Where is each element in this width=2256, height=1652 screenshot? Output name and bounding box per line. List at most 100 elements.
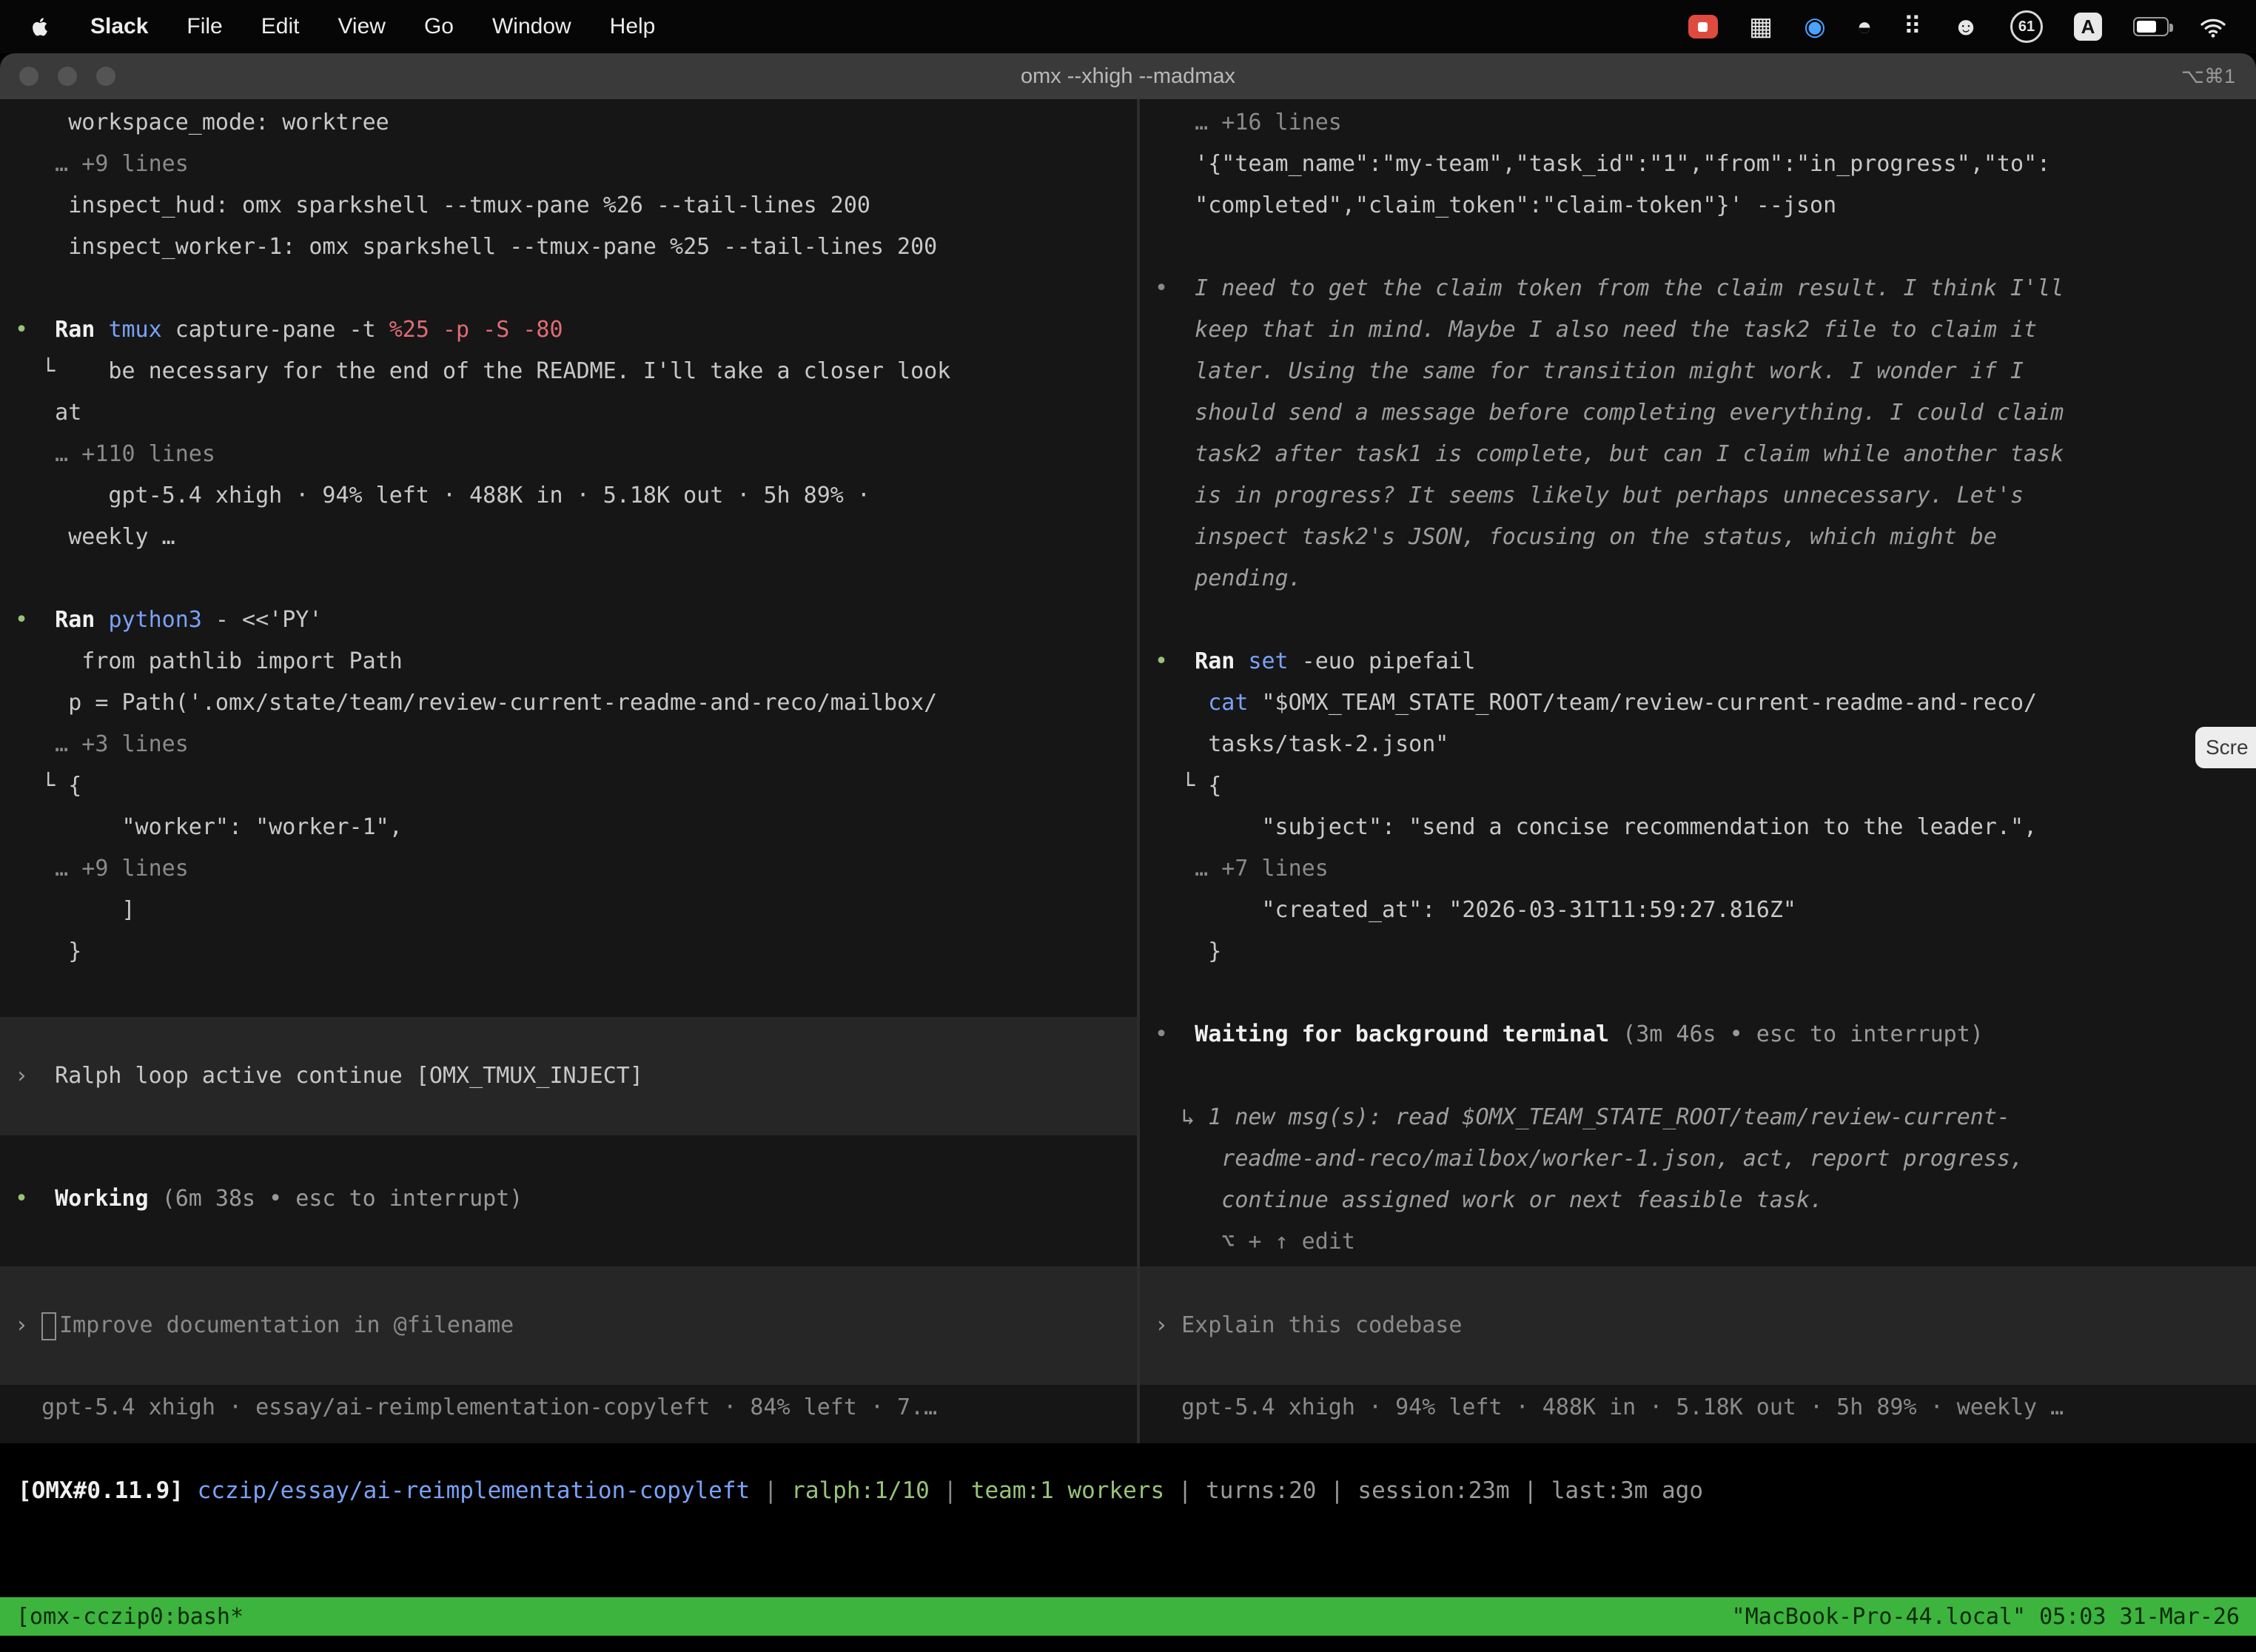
blank-line	[1155, 973, 2256, 1014]
bullet-icon: •	[1155, 1021, 1168, 1047]
window-titlebar[interactable]: omx --xhigh --madmax ⌥⌘1	[0, 53, 2256, 99]
blank-line	[1155, 226, 2256, 268]
thinking-line: should send a message before completing …	[1155, 392, 2256, 434]
collapsed-text: … +7 lines	[1155, 856, 1329, 882]
zoom-button[interactable]	[96, 67, 115, 86]
thinking-line: is in progress? It seems likely but perh…	[1155, 475, 2256, 517]
collapsed-lines-indicator: … +16 lines	[1155, 102, 2256, 144]
prompt-placeholder: Explain this codebase	[1181, 1312, 1462, 1338]
battery-icon[interactable]	[2133, 17, 2169, 36]
waiting-status-line: • Waiting for background terminal (3m 46…	[1155, 1014, 2256, 1055]
separator: |	[764, 1477, 791, 1504]
config-line: inspect_worker-1: omx sparkshell --tmux-…	[15, 226, 1137, 268]
command-text: "completed","claim_token":"claim-token"}…	[1155, 192, 1836, 218]
thinking-text: later. Using the same for transition mig…	[1155, 358, 2024, 384]
battery-fill	[2137, 21, 2156, 33]
menu-view[interactable]: View	[338, 14, 385, 39]
session-stats: | turns:20 | session:23m | last:3m ago	[1178, 1477, 1703, 1504]
menu-file[interactable]: File	[187, 14, 222, 39]
mailbox-message-line: readme-and-reco/mailbox/worker-1.json, a…	[1155, 1138, 2256, 1180]
output-line: └ be necessary for the end of the README…	[15, 351, 1137, 392]
thinking-text: is in progress? It seems likely but perh…	[1155, 483, 2024, 508]
menu-window[interactable]: Window	[492, 14, 571, 39]
collapsed-lines-indicator: … +9 lines	[15, 848, 1137, 890]
input-source-icon[interactable]: A	[2074, 13, 2102, 41]
dots-grid-icon[interactable]: ⠿	[1903, 12, 1921, 41]
working-status: • Working (6m 38s • esc to interrupt)	[0, 1178, 1137, 1220]
tmux-pane-right[interactable]: … +16 lines '{"team_name":"my-team","tas…	[1140, 99, 2256, 1443]
working-detail: (6m 38s • esc to interrupt)	[162, 1186, 523, 1212]
prompt-input-line[interactable]: › Explain this codebase	[1155, 1305, 2256, 1346]
tmux-pane-left[interactable]: workspace_mode: worktree … +9 lines insp…	[0, 99, 1137, 1443]
close-button[interactable]	[19, 67, 38, 86]
menu-go[interactable]: Go	[424, 14, 454, 39]
prompt-input-band[interactable]: › Explain this codebase	[1140, 1266, 2256, 1385]
apple-menu-icon[interactable]	[30, 16, 52, 38]
output-line: ]	[15, 890, 1137, 931]
clock-app-icon[interactable]: ◓	[1857, 13, 1873, 41]
prompt-chevron-icon: ›	[1155, 1312, 1181, 1338]
toast-text: Scre	[2206, 736, 2249, 759]
window-shortcut-hint: ⌥⌘1	[2181, 65, 2235, 88]
tmux-session-name[interactable]: [omx-cczip0:bash*	[16, 1604, 244, 1630]
model-status-footer: gpt-5.4 xhigh · 94% left · 488K in · 5.1…	[1140, 1387, 2256, 1428]
prompt-input-line[interactable]: › Improve documentation in @filename	[15, 1305, 1137, 1346]
menu-help[interactable]: Help	[610, 14, 656, 39]
output-text: └ be necessary for the end of the README…	[15, 358, 950, 384]
command-args: - <<'PY'	[202, 607, 323, 633]
output-line: }	[15, 931, 1137, 973]
wifi-icon[interactable]	[2200, 13, 2226, 40]
thinking-line: inspect task2's JSON, focusing on the st…	[1155, 517, 2256, 558]
blue-app-icon[interactable]: ◉	[1804, 12, 1826, 41]
bullet-icon: •	[15, 607, 28, 633]
output-text: └ {	[15, 773, 81, 799]
notification-toast[interactable]: Scre	[2195, 727, 2256, 768]
command-line: cat "$OMX_TEAM_STATE_ROOT/team/review-cu…	[1155, 682, 2256, 724]
grid-app-icon[interactable]: ▦	[1749, 12, 1773, 41]
output-text: gpt-5.4 xhigh · 94% left · 488K in · 5.1…	[15, 483, 870, 508]
battery-percent-badge[interactable]: 61	[2010, 10, 2043, 43]
output-text: }	[15, 939, 81, 964]
output-line: "subject": "send a concise recommendatio…	[1155, 807, 2256, 848]
command-line: '{"team_name":"my-team","task_id":"1","f…	[1155, 144, 2256, 185]
thinking-line: task2 after task1 is complete, but can I…	[1155, 434, 2256, 475]
left-scrollback: workspace_mode: worktree … +9 lines insp…	[0, 99, 1137, 973]
minimize-button[interactable]	[58, 67, 77, 86]
bullet-icon: •	[1155, 275, 1168, 301]
chevron-icon: ›	[15, 1063, 28, 1089]
config-text: workspace_mode: worktree	[15, 110, 389, 135]
ran-command-line: • Ran tmux capture-pane -t %25 -p -S -80	[15, 309, 1137, 351]
output-text: "subject": "send a concise recommendatio…	[1155, 814, 2037, 840]
waiting-label: Waiting for background terminal	[1168, 1021, 1622, 1047]
footer-line: gpt-5.4 xhigh · 94% left · 488K in · 5.1…	[1155, 1387, 2256, 1428]
macos-menubar: Slack File Edit View Go Window Help ▦ ◉ …	[0, 0, 2256, 53]
command-name: cat	[1208, 690, 1248, 716]
indent	[1155, 690, 1208, 716]
prompt-placeholder: Improve documentation in @filename	[59, 1312, 514, 1338]
code-line: from pathlib import Path	[15, 641, 1137, 682]
collapsed-lines-indicator: … +110 lines	[15, 434, 1137, 475]
app-menu-slack[interactable]: Slack	[90, 14, 148, 39]
blank-line	[15, 268, 1137, 309]
terminal-content: workspace_mode: worktree … +9 lines insp…	[0, 99, 2256, 1652]
ran-command-line: • Ran python3 - <<'PY'	[15, 600, 1137, 641]
thinking-line: • I need to get the claim token from the…	[1155, 268, 2256, 309]
screen-recording-icon[interactable]	[1688, 15, 1718, 38]
menu-edit[interactable]: Edit	[261, 14, 300, 39]
output-line: }	[1155, 931, 2256, 973]
code-text: from pathlib import Path	[15, 648, 403, 674]
command-line: tasks/task-2.json"	[1155, 724, 2256, 765]
ghost-app-icon[interactable]: ☻	[1953, 13, 1979, 41]
prompt-input-band[interactable]: › Improve documentation in @filename	[0, 1266, 1137, 1385]
collapsed-text: … +9 lines	[15, 856, 189, 882]
ran-label: Ran	[28, 317, 108, 343]
working-line: • Working (6m 38s • esc to interrupt)	[15, 1178, 1137, 1220]
blank-line	[1155, 1055, 2256, 1097]
command-args: "$OMX_TEAM_STATE_ROOT/team/review-curren…	[1248, 690, 2037, 716]
edit-hint-text: ⌥ + ↑ edit	[1155, 1229, 1355, 1255]
output-text: at	[15, 400, 81, 426]
output-text: └ {	[1155, 773, 1221, 799]
collapsed-text: … +110 lines	[15, 441, 215, 467]
footer-line: gpt-5.4 xhigh · essay/ai-reimplementatio…	[15, 1387, 1137, 1428]
battery-nub	[2169, 24, 2173, 32]
